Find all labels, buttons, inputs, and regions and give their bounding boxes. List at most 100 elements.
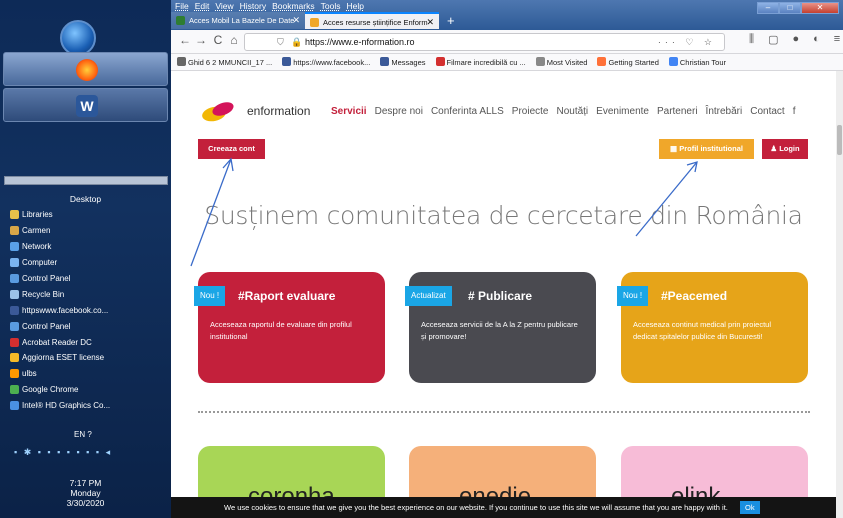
page-viewport: enformation Servicii Despre noi Conferinta… (171, 71, 836, 518)
tab-acces-resurse[interactable]: Acces resurse științifice Enform ✕ (305, 12, 439, 29)
site-header: enformation Servicii Despre noi Conferinta… (171, 71, 836, 133)
bookmark-item[interactable]: Most Visited (535, 54, 587, 70)
create-account-button[interactable]: Creeaza cont (198, 139, 265, 159)
tracking-shield-icon[interactable]: ⛉ (277, 34, 284, 50)
enformation-logo-icon[interactable] (201, 100, 235, 122)
title-bar: File Edit View History Bookmarks Tools Help Ac… (171, 0, 843, 30)
cookie-ok-button[interactable]: Ok (739, 501, 760, 514)
library-icon[interactable]: ⫼ (749, 33, 754, 46)
shortcut-label: Libraries (22, 210, 53, 220)
nav-link[interactable]: Proiecte (512, 106, 549, 117)
menu-edit[interactable]: Edit (195, 1, 210, 11)
desktop-shortcut-item[interactable]: ulbs (10, 366, 110, 382)
brand-name[interactable]: enformation (247, 104, 310, 118)
system-tray-icons[interactable]: ▪ ✱ ▪ ▪ ▪ ▪ ▪ ▪ ▪ ◂ (14, 447, 112, 458)
page-actions-icon[interactable]: ··· ♡ ☆ (658, 34, 716, 50)
shortcut-icon (10, 226, 19, 236)
taskbar-firefox-button[interactable] (3, 52, 168, 86)
taskbar-scrollbar[interactable] (4, 176, 168, 185)
extension-icon[interactable]: ● (792, 33, 799, 46)
nav-link[interactable]: Servicii (331, 106, 367, 117)
menu-tools[interactable]: Tools (321, 1, 341, 11)
desktop-shortcut-item[interactable]: Libraries (10, 207, 110, 223)
desktop-shortcut-item[interactable]: Recycle Bin (10, 286, 110, 302)
shortcut-label: Network (22, 242, 52, 252)
language-indicator[interactable]: EN ? (74, 430, 92, 439)
desktop-shortcut-item[interactable]: httpswww.facebook.co... (10, 302, 110, 318)
back-icon[interactable]: ← (177, 33, 193, 47)
shortcut-label: Aggiorna ESET license (22, 353, 105, 363)
windows-start-orb-icon[interactable] (60, 20, 96, 56)
bookmark-item[interactable]: Ghid 6 2 MMUNCII_17 ... (177, 54, 272, 70)
forward-icon[interactable]: → (193, 33, 209, 47)
maximize-button[interactable]: □ (779, 2, 801, 14)
bookmark-label: Christian Tour (679, 58, 727, 67)
close-tab-icon[interactable]: ✕ (292, 12, 300, 29)
menu-bookmarks[interactable]: Bookmarks (272, 1, 315, 11)
close-tab-icon[interactable]: ✕ (426, 14, 434, 29)
card-raport-evaluare[interactable]: Nou ! #Raport evaluare Acceseaza raportu… (194, 272, 385, 383)
menu-view[interactable]: View (215, 1, 233, 11)
user-icon: ♟ (770, 144, 780, 153)
sidebar-icon[interactable]: ▢ (768, 33, 778, 46)
close-window-button[interactable]: ✕ (801, 2, 839, 14)
menu-help[interactable]: Help (346, 1, 363, 11)
page-scrollbar[interactable] (836, 71, 843, 518)
card-publicare[interactable]: Actualizat # Publicare Acceseaza servici… (405, 272, 596, 383)
taskbar-word-button[interactable]: W (3, 88, 168, 122)
menu-history[interactable]: History (240, 1, 266, 11)
desktop-shortcut-item[interactable]: Acrobat Reader DC (10, 334, 110, 350)
desktop-shortcut-item[interactable]: Control Panel (10, 318, 110, 334)
card-peacemed[interactable]: Nou ! #Peacemed Acceseaza continut medic… (617, 272, 808, 383)
url-text[interactable]: https://www.e-nformation.ro (305, 34, 415, 50)
desktop-shortcut-item[interactable]: Intel® HD Graphics Co... (10, 398, 110, 414)
firefox-window: File Edit View History Bookmarks Tools Help Ac… (171, 0, 843, 518)
cookie-text: We use cookies to ensure that we give yo… (224, 503, 728, 512)
system-clock[interactable]: 7:17 PM Monday 3/30/2020 (0, 478, 171, 508)
shortcut-icon (10, 385, 19, 395)
new-tab-button[interactable]: + (439, 12, 455, 29)
lock-icon[interactable]: 🔒 (291, 34, 302, 50)
nav-link[interactable]: Contact (750, 106, 784, 117)
url-bar[interactable]: ⛉ 🔒 https://www.e-nformation.ro ··· ♡ ☆ (244, 33, 725, 51)
tab-acces-mobil[interactable]: Acces Mobil La Bazele De Date ✕ (171, 12, 305, 29)
nav-link[interactable]: Evenimente (596, 106, 649, 117)
nav-link[interactable]: Parteneri (657, 106, 698, 117)
scrollbar-thumb[interactable] (837, 125, 842, 155)
login-button[interactable]: ♟ Login (762, 139, 808, 159)
tab-favicon (310, 18, 319, 27)
hamburger-menu-icon[interactable]: ≡ (834, 33, 840, 46)
nav-link[interactable]: Despre noi (375, 106, 423, 117)
tab-title: Acces Mobil La Bazele De Date (189, 16, 295, 25)
bookmark-favicon-icon (668, 57, 678, 66)
facebook-icon[interactable]: f (793, 106, 796, 117)
desktop-shortcut-item[interactable]: Aggiorna ESET license (10, 350, 110, 366)
minimize-button[interactable]: – (757, 2, 779, 14)
nav-link[interactable]: Conferinta ALLS (431, 106, 504, 117)
shortcut-label: Google Chrome (22, 385, 79, 395)
bookmark-item[interactable]: https://www.facebook... (282, 54, 370, 70)
desktop-shortcut-item[interactable]: Network (10, 239, 110, 255)
bookmark-item[interactable]: Messages (380, 54, 426, 70)
bookmark-label: Filmare incredibilă cu ... (446, 58, 526, 67)
menu-bar: File Edit View History Bookmarks Tools Help (175, 1, 364, 11)
bookmark-item[interactable]: Getting Started (597, 54, 659, 70)
bookmark-label: Messages (391, 58, 426, 67)
bookmark-item[interactable]: Filmare incredibilă cu ... (435, 54, 526, 70)
bookmarks-toolbar: Ghid 6 2 MMUNCII_17 ... https://www.faceb… (171, 54, 843, 71)
shortcut-label: Computer (22, 258, 58, 268)
nav-link[interactable]: Noutăți (556, 106, 588, 117)
menu-file[interactable]: File (175, 1, 189, 11)
desktop-shortcut-item[interactable]: Google Chrome (10, 382, 110, 398)
institutional-profile-button[interactable]: ▦ Profil institutional (659, 139, 754, 159)
home-icon[interactable]: ⌂ (226, 33, 242, 47)
account-icon[interactable]: ◐ (813, 33, 820, 46)
help-icon: ? (87, 430, 92, 439)
reload-icon[interactable]: C (210, 33, 226, 47)
bookmark-item[interactable]: Christian Tour (668, 54, 727, 70)
desktop-shortcut-item[interactable]: Control Panel (10, 271, 110, 287)
desktop-shortcut-item[interactable]: Carmen (10, 223, 110, 239)
card-description: Acceseaza servicii de la A la Z pentru p… (421, 320, 578, 341)
nav-link[interactable]: Întrebări (706, 106, 743, 117)
desktop-shortcut-item[interactable]: Computer (10, 255, 110, 271)
